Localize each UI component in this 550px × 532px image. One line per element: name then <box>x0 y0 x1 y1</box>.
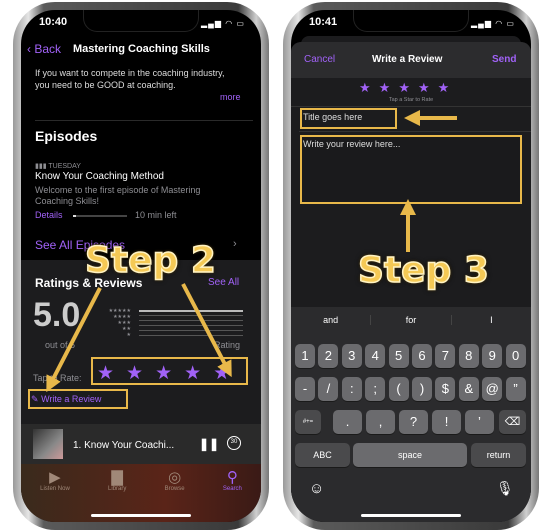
arrow-to-write-review <box>46 287 102 393</box>
arrow-to-stars <box>181 283 232 378</box>
step-3-label: Step 3 <box>357 249 489 292</box>
step-2-label: Step 2 <box>84 239 216 282</box>
